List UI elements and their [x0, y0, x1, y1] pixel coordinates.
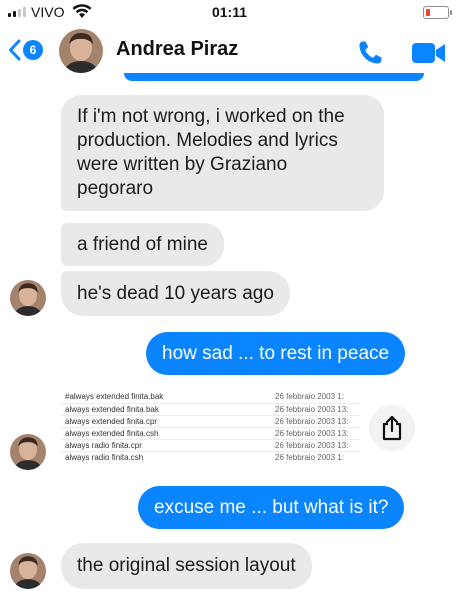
- sent-message[interactable]: how sad ... to rest in peace: [146, 332, 406, 375]
- previous-sent-bubble: [124, 73, 424, 81]
- sender-avatar[interactable]: [10, 280, 46, 316]
- file-date: 26 febbraio 2003 13:: [275, 429, 349, 438]
- file-list-image[interactable]: #always extended finita.bak 26 febbraio 2…: [61, 391, 361, 471]
- file-row: always extended finita.csh 26 febbraio 20…: [61, 427, 361, 439]
- sent-message[interactable]: excuse me ... but what is it?: [138, 486, 405, 529]
- share-button[interactable]: [369, 405, 415, 451]
- received-message[interactable]: a friend of mine: [61, 223, 224, 266]
- file-date: 26 febbraio 2003 13:: [275, 441, 349, 450]
- file-row: always extended finita.cpr 26 febbraio 20…: [61, 415, 361, 427]
- phone-icon[interactable]: [356, 39, 384, 67]
- status-bar: VIVO 01:11: [0, 0, 459, 24]
- battery-icon: [423, 6, 452, 19]
- contact-avatar[interactable]: [59, 29, 103, 73]
- file-row: #always extended finita.bak 26 febbraio 2…: [61, 391, 361, 403]
- conversation-header: 6 Andrea Piraz: [0, 24, 459, 80]
- clock: 01:11: [211, 4, 248, 20]
- received-message[interactable]: he's dead 10 years ago: [61, 271, 290, 316]
- file-row: always radio finita.csh 26 febbraio 2003 …: [61, 451, 361, 463]
- file-name: always extended finita.bak: [65, 405, 159, 414]
- person-avatar-icon: [10, 553, 46, 589]
- file-name: always radio finita.cpr: [65, 441, 142, 450]
- file-date: 26 febbraio 2003 13:: [275, 405, 349, 414]
- sender-avatar[interactable]: [10, 553, 46, 589]
- video-camera-icon[interactable]: [411, 41, 447, 65]
- file-name: always radio finita.csh: [65, 453, 144, 462]
- file-date: 26 febbraio 2003 13:: [275, 417, 349, 426]
- received-message[interactable]: the original session layout: [61, 543, 312, 589]
- file-date: 26 febbraio 2003 1:: [275, 453, 344, 462]
- person-avatar-icon: [10, 280, 46, 316]
- person-avatar-icon: [59, 29, 103, 73]
- file-name: #always extended finita.bak: [65, 392, 164, 401]
- share-icon: [382, 415, 402, 441]
- unread-count-badge: 6: [23, 40, 43, 60]
- file-row: always radio finita.cpr 26 febbraio 2003 …: [61, 439, 361, 451]
- file-row: always extended finita.bak 26 febbraio 20…: [61, 403, 361, 415]
- contact-name[interactable]: Andrea Piraz: [116, 38, 238, 61]
- chevron-left-icon: [9, 39, 21, 61]
- file-name: always extended finita.csh: [65, 429, 159, 438]
- back-button[interactable]: 6: [8, 39, 43, 61]
- file-name: always extended finita.cpr: [65, 417, 158, 426]
- person-avatar-icon: [10, 434, 46, 470]
- sender-avatar[interactable]: [10, 434, 46, 470]
- file-date: 26 febbraio 2003 1:: [275, 392, 344, 401]
- received-message[interactable]: If i'm not wrong, i worked on the produc…: [61, 95, 384, 211]
